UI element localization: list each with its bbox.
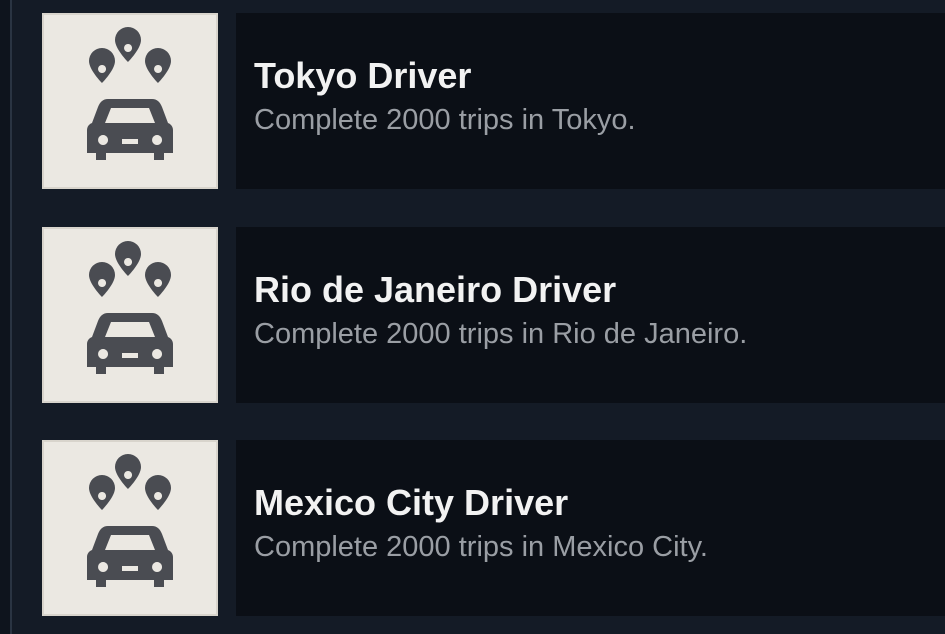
achievement-icon-tile: [42, 227, 218, 403]
achievement-description: Complete 2000 trips in Tokyo.: [254, 104, 636, 136]
achievement-panel: Tokyo Driver Complete 2000 trips in Toky…: [236, 13, 945, 189]
achievement-row[interactable]: Rio de Janeiro Driver Complete 2000 trip…: [0, 227, 945, 403]
achievement-title: Mexico City Driver: [254, 482, 569, 523]
achievement-row[interactable]: Tokyo Driver Complete 2000 trips in Toky…: [0, 13, 945, 189]
achievement-icon-tile: [42, 440, 218, 616]
achievement-row[interactable]: Mexico City Driver Complete 2000 trips i…: [0, 440, 945, 616]
car-with-location-pins-icon: [87, 27, 173, 160]
achievement-description: Complete 2000 trips in Rio de Janeiro.: [254, 318, 748, 350]
achievement-panel: Rio de Janeiro Driver Complete 2000 trip…: [236, 227, 945, 403]
achievement-title: Rio de Janeiro Driver: [254, 269, 617, 310]
achievement-title: Tokyo Driver: [254, 55, 472, 96]
achievement-list: Tokyo Driver Complete 2000 trips in Toky…: [0, 0, 945, 634]
achievement-icon-tile: [42, 13, 218, 189]
achievement-description: Complete 2000 trips in Mexico City.: [254, 531, 708, 563]
achievement-panel: Mexico City Driver Complete 2000 trips i…: [236, 440, 945, 616]
car-with-location-pins-icon: [87, 241, 173, 374]
car-with-location-pins-icon: [87, 454, 173, 587]
